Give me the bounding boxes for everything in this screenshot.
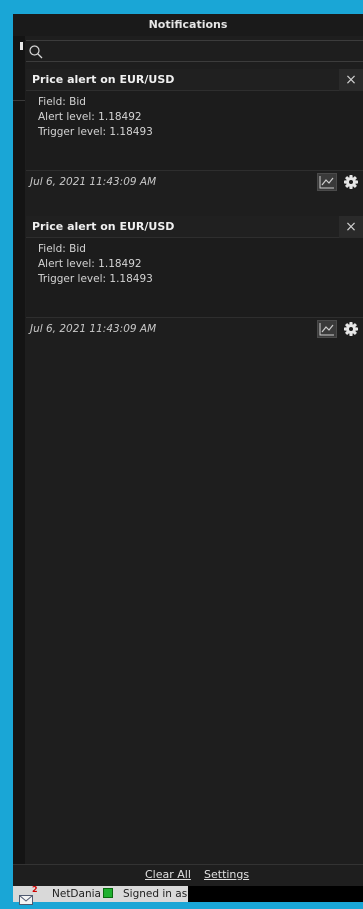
notification-body: Field: Bid Alert level: 1.18492 Trigger … — [26, 91, 363, 171]
brand-label: NetDania — [52, 888, 101, 900]
notification-timestamp: Jul 6, 2021 11:43:09 AM — [30, 323, 157, 335]
gear-icon — [344, 175, 358, 189]
notification-timestamp: Jul 6, 2021 11:43:09 AM — [30, 176, 157, 188]
notification-header: Price alert on EUR/USD × — [26, 216, 363, 238]
notification-header: Price alert on EUR/USD × — [26, 69, 363, 91]
line-chart-icon — [319, 323, 334, 336]
notification-alert-level: Alert level: 1.18492 — [38, 111, 142, 123]
panel-title: Notifications — [13, 14, 363, 36]
gear-icon — [344, 322, 358, 336]
left-strip-divider — [13, 100, 25, 101]
notification-title: Price alert on EUR/USD — [32, 73, 175, 86]
search-icon — [28, 44, 44, 60]
open-chart-button[interactable] — [317, 320, 337, 338]
notification-footer: Jul 6, 2021 11:43:09 AM — [26, 318, 363, 340]
notification-card: Price alert on EUR/USD × Field: Bid Aler… — [26, 69, 363, 193]
notification-trigger-level: Trigger level: 1.18493 — [38, 273, 153, 285]
left-strip — [13, 14, 25, 892]
left-strip-marker — [20, 42, 23, 50]
notification-settings-button[interactable] — [341, 320, 361, 338]
mail-icon[interactable] — [19, 890, 33, 905]
notifications-footer-bar: Clear All Settings — [13, 864, 363, 886]
signed-in-user-field — [188, 886, 363, 902]
notification-body: Field: Bid Alert level: 1.18492 Trigger … — [26, 238, 363, 318]
notification-trigger-level: Trigger level: 1.18493 — [38, 126, 153, 138]
notification-settings-button[interactable] — [341, 173, 361, 191]
notification-title: Price alert on EUR/USD — [32, 220, 175, 233]
notification-card: Price alert on EUR/USD × Field: Bid Aler… — [26, 216, 363, 340]
search-row — [26, 40, 363, 62]
close-notification-button[interactable]: × — [339, 216, 363, 238]
open-chart-button[interactable] — [317, 173, 337, 191]
clear-all-link[interactable]: Clear All — [145, 865, 191, 885]
mail-count-badge: 2 — [32, 885, 38, 894]
notification-alert-level: Alert level: 1.18492 — [38, 258, 142, 270]
signed-in-label: Signed in as — [123, 888, 188, 900]
settings-link[interactable]: Settings — [204, 865, 249, 885]
line-chart-icon — [319, 176, 334, 189]
connection-status-icon — [103, 888, 113, 898]
close-notification-button[interactable]: × — [339, 69, 363, 91]
notification-field: Field: Bid — [38, 243, 86, 255]
notification-footer: Jul 6, 2021 11:43:09 AM — [26, 171, 363, 193]
search-input[interactable] — [48, 42, 358, 60]
notification-field: Field: Bid — [38, 96, 86, 108]
